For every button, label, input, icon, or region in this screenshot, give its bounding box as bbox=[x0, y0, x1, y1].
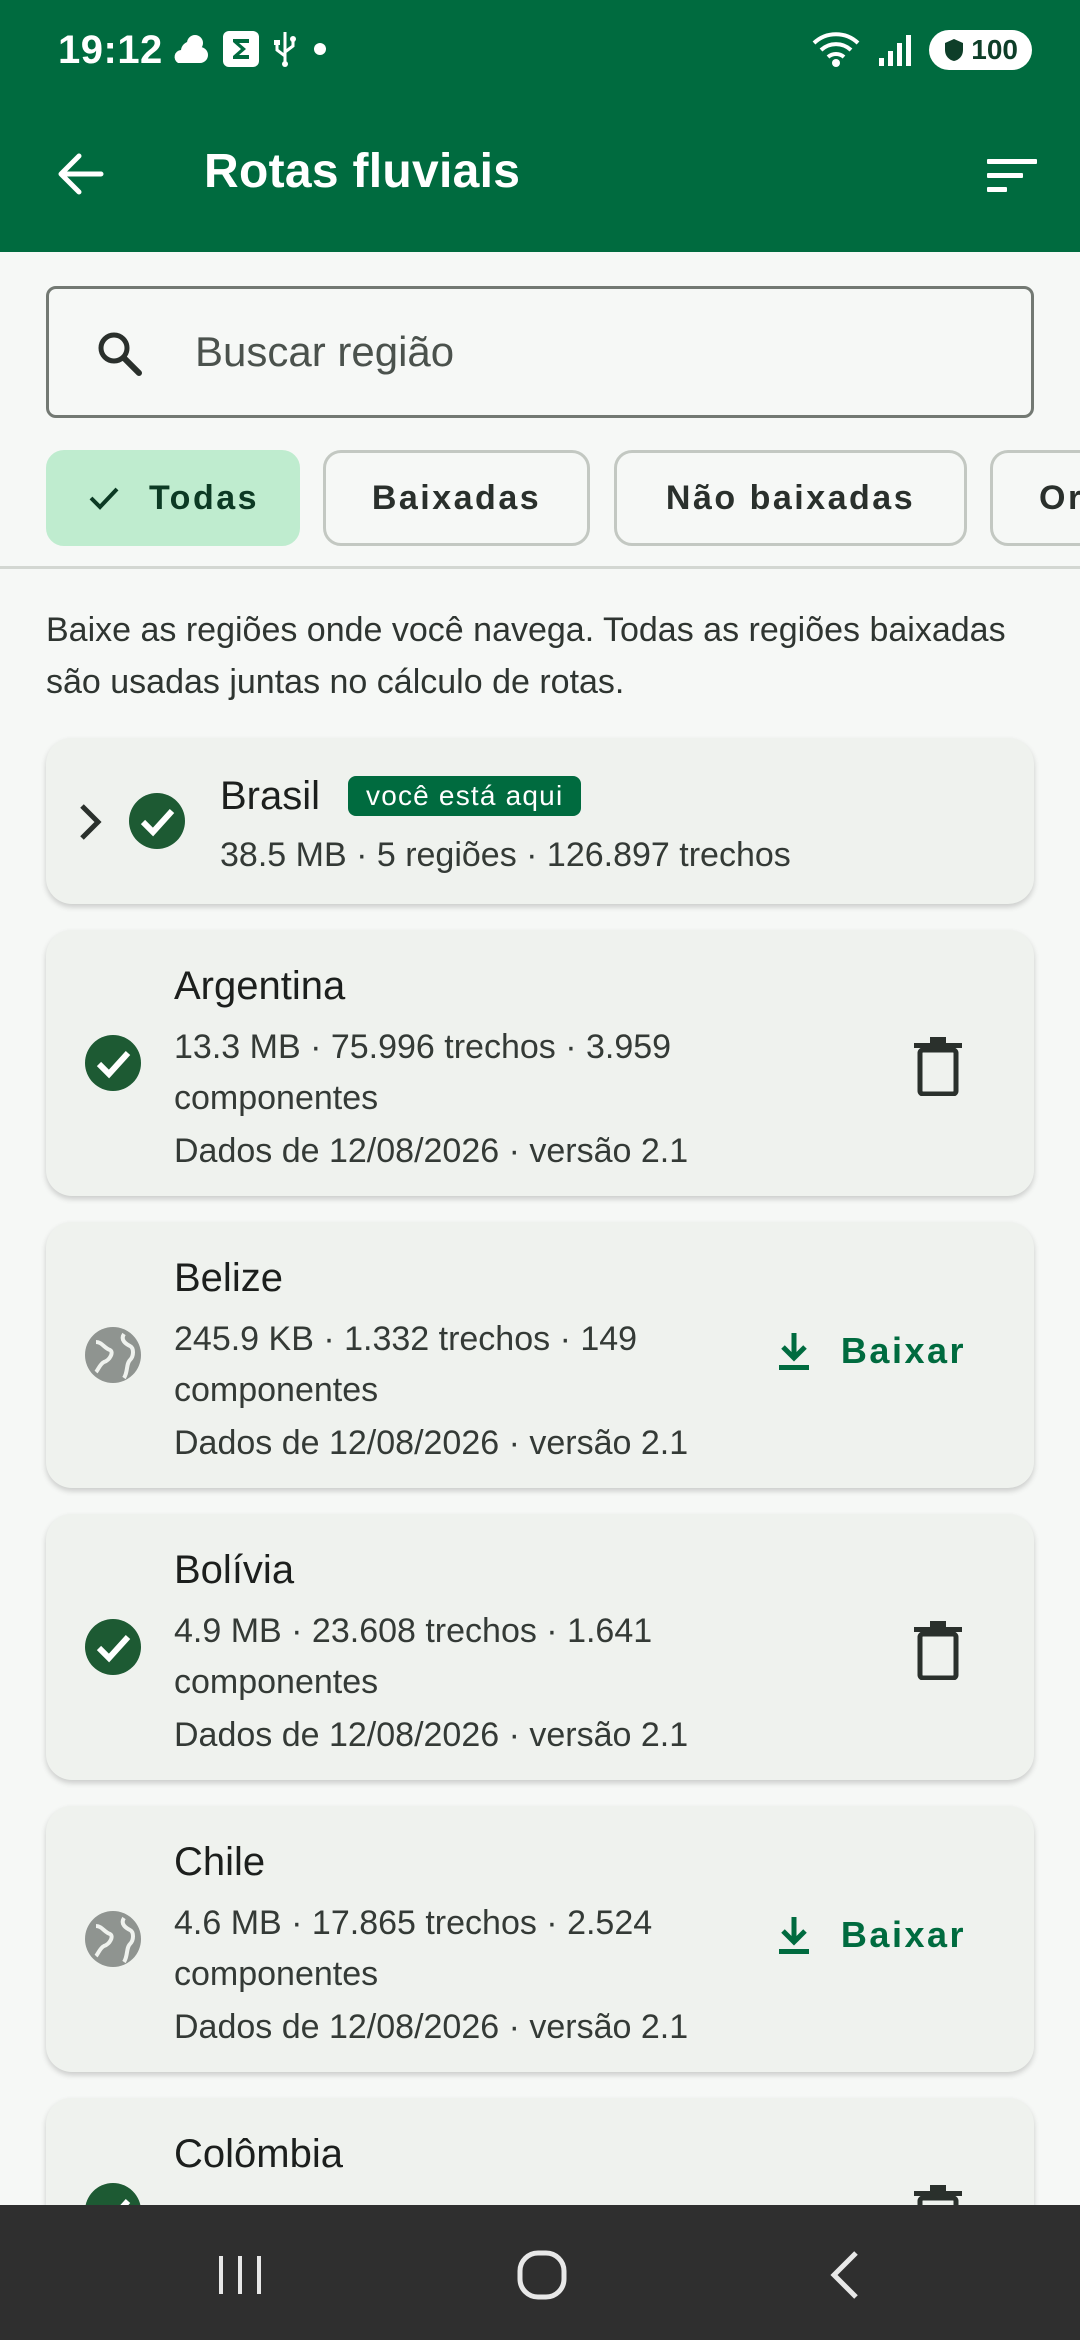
chip-label: Todas bbox=[148, 478, 260, 517]
region-date: Dados de 12/08/2026 · versão 2.1 bbox=[174, 2008, 689, 2046]
divider bbox=[0, 566, 1080, 569]
chip-ordenar[interactable]: Or bbox=[990, 450, 1080, 546]
battery-indicator: 100 bbox=[929, 30, 1032, 70]
filter-chips: Todas Baixadas Não baixadas Or bbox=[0, 450, 1080, 550]
check-circle-icon bbox=[85, 1619, 141, 1675]
download-icon bbox=[778, 1333, 809, 1370]
search-icon bbox=[98, 332, 142, 376]
check-circle-icon bbox=[85, 1035, 141, 1091]
sort-icon bbox=[987, 159, 1037, 192]
region-date: Dados de 12/08/2026 · versão 2.1 bbox=[174, 1716, 689, 1754]
chip-nao-baixadas[interactable]: Não baixadas bbox=[614, 450, 967, 546]
region-name: Belize bbox=[174, 1256, 283, 1300]
sort-button[interactable] bbox=[980, 144, 1044, 208]
battery-shield-icon bbox=[945, 39, 964, 61]
region-card-argentina[interactable]: Argentina 13.3 MB · 75.996 trechos · 3.9… bbox=[46, 930, 1034, 1196]
recents-button[interactable] bbox=[200, 2235, 280, 2315]
usb-icon bbox=[274, 32, 296, 67]
search-box[interactable] bbox=[46, 286, 1034, 418]
status-time: 19:12 bbox=[58, 28, 163, 72]
region-card-belize[interactable]: Belize 245.9 KB · 1.332 trechos · 149 co… bbox=[46, 1222, 1034, 1488]
chip-baixadas[interactable]: Baixadas bbox=[323, 450, 590, 546]
download-label: Baixar bbox=[840, 1914, 966, 1955]
region-group-brasil[interactable]: Brasil você está aqui 38.5 MB · 5 regiõe… bbox=[46, 738, 1034, 904]
back-button[interactable] bbox=[50, 144, 110, 204]
page-title: Rotas fluviais bbox=[204, 145, 521, 198]
globe-icon bbox=[85, 1911, 141, 1967]
check-circle-icon bbox=[129, 793, 185, 849]
signal-icon bbox=[879, 35, 912, 66]
region-name: Argentina bbox=[174, 964, 346, 1008]
back-icon bbox=[830, 2251, 858, 2299]
arrow-left-icon bbox=[58, 153, 104, 195]
region-name: Bolívia bbox=[174, 1548, 295, 1592]
chip-todas[interactable]: Todas bbox=[46, 450, 300, 546]
recents-icon bbox=[219, 2256, 261, 2294]
region-card-bolivia[interactable]: Bolívia 4.9 MB · 23.608 trechos · 1.641 … bbox=[46, 1514, 1034, 1780]
download-button[interactable]: Baixar bbox=[777, 1330, 966, 1372]
region-meta: 4.9 MB · 23.608 trechos · 1.641 componen… bbox=[174, 1612, 653, 1701]
dot-icon bbox=[314, 43, 326, 55]
system-nav-bar bbox=[0, 2205, 1080, 2340]
region-card-chile[interactable]: Chile 4.6 MB · 17.865 trechos · 2.524 co… bbox=[46, 1806, 1034, 2072]
region-meta: 4.6 MB · 17.865 trechos · 2.524 componen… bbox=[174, 1904, 653, 1993]
download-label: Baixar bbox=[840, 1330, 966, 1371]
chip-label: Não baixadas bbox=[665, 478, 916, 517]
status-icons-left bbox=[170, 30, 330, 68]
chip-label: Baixadas bbox=[371, 478, 542, 517]
sigma-app-icon bbox=[223, 31, 259, 67]
region-meta: 38.5 MB · 5 regiões · 126.897 trechos bbox=[220, 836, 791, 874]
delete-icon[interactable] bbox=[912, 1036, 964, 1096]
status-bar: 19:12 100 bbox=[0, 0, 1080, 100]
region-name: Colômbia bbox=[174, 2132, 343, 2176]
delete-icon[interactable] bbox=[912, 1620, 964, 1680]
region-meta: 13.3 MB · 75.996 trechos · 3.959 compone… bbox=[174, 1028, 672, 1117]
chevron-right-icon[interactable] bbox=[76, 802, 104, 842]
search-input[interactable] bbox=[195, 309, 995, 395]
region-name: Brasil bbox=[220, 774, 321, 818]
weather-cloud-icon bbox=[174, 35, 208, 63]
battery-level: 100 bbox=[971, 34, 1018, 65]
home-icon bbox=[517, 2250, 567, 2300]
location-badge: você está aqui bbox=[348, 776, 582, 816]
intro-text: Baixe as regiões onde você navega. Todas… bbox=[46, 611, 1006, 701]
region-meta: 245.9 KB · 1.332 trechos · 149 component… bbox=[174, 1320, 638, 1409]
wifi-icon bbox=[812, 32, 860, 67]
region-name: Chile bbox=[174, 1840, 266, 1884]
download-button[interactable]: Baixar bbox=[777, 1914, 966, 1956]
check-icon bbox=[87, 484, 121, 512]
region-date: Dados de 12/08/2026 · versão 2.1 bbox=[174, 1424, 689, 1462]
globe-icon bbox=[85, 1327, 141, 1383]
region-date: Dados de 12/08/2026 · versão 2.1 bbox=[174, 1132, 689, 1170]
app-bar: Rotas fluviais bbox=[0, 100, 1080, 252]
home-button[interactable] bbox=[502, 2235, 582, 2315]
system-back-button[interactable] bbox=[806, 2235, 886, 2315]
chip-label: Or bbox=[1039, 478, 1080, 517]
download-icon bbox=[778, 1917, 809, 1954]
status-icons-right: 100 bbox=[811, 30, 1032, 70]
